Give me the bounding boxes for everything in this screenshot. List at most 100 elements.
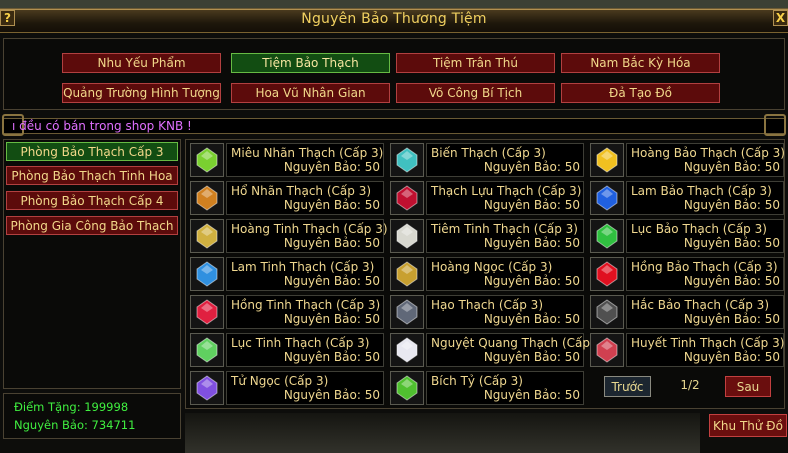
- item-name: Lục Bảo Thạch (Cấp 3): [631, 222, 767, 236]
- item-info[interactable]: Miêu Nhãn Thạch (Cấp 3) Nguyên Bảo: 50: [226, 143, 384, 177]
- item-name: Thạch Lựu Thạch (Cấp 3): [431, 184, 582, 198]
- item-info[interactable]: Hồng Bảo Thạch (Cấp 3) Nguyên Bảo: 50: [626, 257, 784, 291]
- shop-item[interactable]: Hoàng Tinh Thạch (Cấp 3) Nguyên Bảo: 50: [190, 219, 388, 253]
- item-name: Nguyệt Quang Thạch (Cấp 3): [431, 336, 607, 350]
- shop-item[interactable]: Lam Bảo Thạch (Cấp 3) Nguyên Bảo: 50: [590, 181, 784, 215]
- item-info[interactable]: Thạch Lựu Thạch (Cấp 3) Nguyên Bảo: 50: [426, 181, 584, 215]
- shop-item[interactable]: Lục Tinh Thạch (Cấp 3) Nguyên Bảo: 50: [190, 333, 384, 367]
- item-info[interactable]: Tử Ngọc (Cấp 3) Nguyên Bảo: 50: [226, 371, 384, 405]
- category-item-1[interactable]: Phòng Bảo Thạch Cấp 3: [6, 142, 178, 161]
- jade-yellow-icon[interactable]: [390, 257, 424, 291]
- shop-item[interactable]: Hoàng Bảo Thạch (Cấp 3) Nguyên Bảo: 50: [590, 143, 785, 177]
- item-info[interactable]: Hoàng Ngọc (Cấp 3) Nguyên Bảo: 50: [426, 257, 584, 291]
- shop-item[interactable]: Hắc Bảo Thạch (Cấp 3) Nguyên Bảo: 50: [590, 295, 784, 329]
- item-price: Nguyên Bảo: 50: [483, 274, 580, 288]
- gem-pink-icon[interactable]: [190, 295, 224, 329]
- item-info[interactable]: Huyết Tinh Thạch (Cấp 3) Nguyên Bảo: 50: [626, 333, 784, 367]
- item-price: Nguyên Bảo: 50: [283, 236, 380, 250]
- shop-item[interactable]: Hạo Thạch (Cấp 3) Nguyên Bảo: 50: [390, 295, 584, 329]
- item-info[interactable]: Biến Thạch (Cấp 3) Nguyên Bảo: 50: [426, 143, 584, 177]
- shop-item[interactable]: Bích Tỷ (Cấp 3) Nguyên Bảo: 50: [390, 371, 584, 405]
- tab-7[interactable]: Võ Công Bí Tịch: [396, 83, 555, 103]
- item-info[interactable]: Lam Tinh Thạch (Cấp 3) Nguyên Bảo: 50: [226, 257, 384, 291]
- category-item-3[interactable]: Phòng Bảo Thạch Cấp 4: [6, 191, 178, 210]
- window-title: Nguyên Bảo Thương Tiệm: [301, 11, 487, 27]
- tab-1[interactable]: Nhu Yếu Phẩm: [62, 53, 221, 73]
- item-price: Nguyên Bảo: 50: [683, 198, 780, 212]
- gem-sapphire-icon[interactable]: [190, 257, 224, 291]
- item-price: Nguyên Bảo: 50: [683, 236, 780, 250]
- gem-emerald-icon[interactable]: [590, 219, 624, 253]
- category-item-4[interactable]: Phòng Gia Công Bảo Thạch: [6, 216, 178, 235]
- shop-item[interactable]: Nguyệt Quang Thạch (Cấp 3) Nguyên Bảo: 50: [390, 333, 606, 367]
- tab-4[interactable]: Nam Bắc Kỳ Hóa: [561, 53, 720, 73]
- next-page-button[interactable]: Sau: [725, 376, 771, 397]
- gem-black-icon[interactable]: [590, 295, 624, 329]
- prev-page-button[interactable]: Trước: [604, 376, 651, 397]
- item-name: Hoàng Ngọc (Cấp 3): [431, 260, 553, 274]
- gem-white-icon[interactable]: [390, 219, 424, 253]
- shop-item[interactable]: Hổ Nhãn Thạch (Cấp 3) Nguyên Bảo: 50: [190, 181, 384, 215]
- yuanbao-text: Nguyên Bảo: 734711: [14, 418, 136, 432]
- gem-citrine-icon[interactable]: [190, 219, 224, 253]
- tab-2[interactable]: Tiệm Bảo Thạch: [231, 53, 390, 73]
- shop-item[interactable]: Huyết Tinh Thạch (Cấp 3) Nguyên Bảo: 50: [590, 333, 784, 367]
- shop-item[interactable]: Biến Thạch (Cấp 3) Nguyên Bảo: 50: [390, 143, 584, 177]
- fitting-room-button[interactable]: Khu Thử Đồ: [709, 414, 787, 437]
- gem-ruby-icon[interactable]: [590, 257, 624, 291]
- item-price: Nguyên Bảo: 50: [483, 236, 580, 250]
- shop-item[interactable]: Tử Ngọc (Cấp 3) Nguyên Bảo: 50: [190, 371, 384, 405]
- gem-crimson-icon[interactable]: [390, 181, 424, 215]
- gem-yellow-icon[interactable]: [590, 143, 624, 177]
- item-info[interactable]: Tiêm Tinh Thạch (Cấp 3) Nguyên Bảo: 50: [426, 219, 584, 253]
- gem-jade-green-icon[interactable]: [390, 371, 424, 405]
- item-price: Nguyên Bảo: 50: [483, 198, 580, 212]
- item-price: Nguyên Bảo: 50: [483, 160, 580, 174]
- shop-item[interactable]: Lục Bảo Thạch (Cấp 3) Nguyên Bảo: 50: [590, 219, 784, 253]
- item-price: Nguyên Bảo: 50: [683, 312, 780, 326]
- item-name: Hoàng Bảo Thạch (Cấp 3): [631, 146, 785, 160]
- tab-8[interactable]: Đả Tạo Đồ: [561, 83, 720, 103]
- item-info[interactable]: Lam Bảo Thạch (Cấp 3) Nguyên Bảo: 50: [626, 181, 784, 215]
- help-button[interactable]: ?: [0, 10, 15, 26]
- item-name: Biến Thạch (Cấp 3): [431, 146, 546, 160]
- shop-item[interactable]: Hồng Bảo Thạch (Cấp 3) Nguyên Bảo: 50: [590, 257, 784, 291]
- item-name: Hắc Bảo Thạch (Cấp 3): [631, 298, 769, 312]
- gem-amber-icon[interactable]: [190, 181, 224, 215]
- item-info[interactable]: Hồng Tinh Thạch (Cấp 3) Nguyên Bảo: 50: [226, 295, 384, 329]
- gem-blood-icon[interactable]: [590, 333, 624, 367]
- gem-cyan-red-icon[interactable]: [390, 143, 424, 177]
- item-info[interactable]: Hoàng Bảo Thạch (Cấp 3) Nguyên Bảo: 50: [626, 143, 785, 177]
- marquee-text: ı đều có bán trong shop KNB !: [12, 119, 192, 133]
- shop-item[interactable]: Lam Tinh Thạch (Cấp 3) Nguyên Bảo: 50: [190, 257, 384, 291]
- item-info[interactable]: Nguyệt Quang Thạch (Cấp 3) Nguyên Bảo: 50: [426, 333, 606, 367]
- tab-3[interactable]: Tiệm Trân Thú: [396, 53, 555, 73]
- shop-item[interactable]: Miêu Nhãn Thạch (Cấp 3) Nguyên Bảo: 50: [190, 143, 384, 177]
- item-name: Hồng Tinh Thạch (Cấp 3): [231, 298, 381, 312]
- gem-green-icon[interactable]: [190, 143, 224, 177]
- item-info[interactable]: Bích Tỷ (Cấp 3) Nguyên Bảo: 50: [426, 371, 584, 405]
- tab-6[interactable]: Hoa Vũ Nhân Gian: [231, 83, 390, 103]
- item-info[interactable]: Hoàng Tinh Thạch (Cấp 3) Nguyên Bảo: 50: [226, 219, 388, 253]
- item-price: Nguyên Bảo: 50: [683, 160, 780, 174]
- item-info[interactable]: Lục Tinh Thạch (Cấp 3) Nguyên Bảo: 50: [226, 333, 384, 367]
- shop-item[interactable]: Hồng Tinh Thạch (Cấp 3) Nguyên Bảo: 50: [190, 295, 384, 329]
- tab-5[interactable]: Quảng Trường Hình Tượng: [62, 83, 221, 103]
- item-price: Nguyên Bảo: 50: [483, 350, 580, 364]
- item-price: Nguyên Bảo: 50: [283, 350, 380, 364]
- gem-purple-icon[interactable]: [190, 371, 224, 405]
- item-name: Hạo Thạch (Cấp 3): [431, 298, 544, 312]
- item-info[interactable]: Lục Bảo Thạch (Cấp 3) Nguyên Bảo: 50: [626, 219, 784, 253]
- item-info[interactable]: Hắc Bảo Thạch (Cấp 3) Nguyên Bảo: 50: [626, 295, 784, 329]
- gem-moonstone-icon[interactable]: [390, 333, 424, 367]
- shop-item[interactable]: Thạch Lựu Thạch (Cấp 3) Nguyên Bảo: 50: [390, 181, 584, 215]
- gem-dark-icon[interactable]: [390, 295, 424, 329]
- gem-blue-icon[interactable]: [590, 181, 624, 215]
- gem-peridot-icon[interactable]: [190, 333, 224, 367]
- shop-item[interactable]: Hoàng Ngọc (Cấp 3) Nguyên Bảo: 50: [390, 257, 584, 291]
- item-info[interactable]: Hạo Thạch (Cấp 3) Nguyên Bảo: 50: [426, 295, 584, 329]
- item-info[interactable]: Hổ Nhãn Thạch (Cấp 3) Nguyên Bảo: 50: [226, 181, 384, 215]
- category-item-2[interactable]: Phòng Bảo Thạch Tinh Hoa: [6, 166, 178, 185]
- close-button[interactable]: X: [773, 10, 788, 26]
- shop-item[interactable]: Tiêm Tinh Thạch (Cấp 3) Nguyên Bảo: 50: [390, 219, 584, 253]
